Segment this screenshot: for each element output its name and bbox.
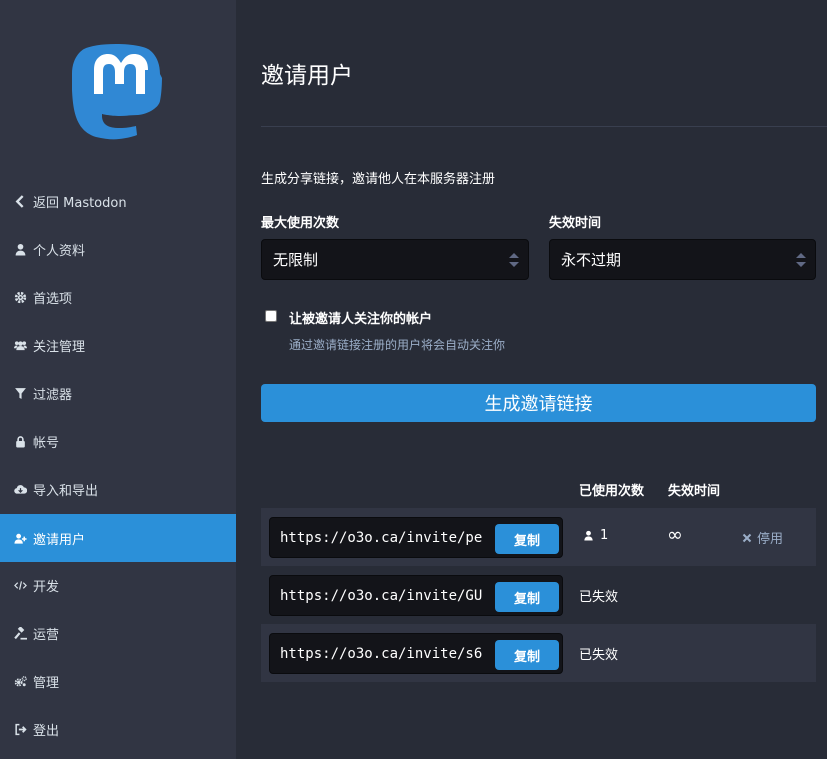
user-icon [584,530,593,541]
expired-status: 已失效 [579,590,619,605]
autofollow-label[interactable]: 让被邀请人关注你的帐户 [289,308,432,327]
invite-url-group: https://o3o.ca/invite/GU 复制 [269,575,563,616]
max-uses-value: 无限制 [273,251,319,269]
sidebar: 返回 Mastodon 个人资料 首选项 关注管理 过滤器 帐号 导入和导出 邀… [0,0,236,759]
sidebar-item-label: 返回 Mastodon [33,195,127,211]
invite-url-group: https://o3o.ca/invite/s6 复制 [269,633,563,674]
max-uses-select[interactable]: 无限制 [261,239,529,280]
user-icon [10,243,30,256]
column-header-expires: 失效时间 [668,484,721,499]
sidebar-item-administration[interactable]: 管理 [0,658,236,704]
sidebar-item-label: 管理 [33,675,60,691]
column-header-uses: 已使用次数 [579,484,645,499]
user-plus-icon [10,532,30,545]
gear-icon [10,291,30,304]
divider [261,126,827,127]
page-hint: 生成分享链接，邀请他人在本服务器注册 [261,172,496,187]
sidebar-item-label: 运营 [33,627,60,643]
sidebar-item-import-export[interactable]: 导入和导出 [0,466,236,512]
expiry-value: ∞ [667,524,683,546]
filter-icon [10,387,30,400]
sidebar-item-label: 开发 [33,579,60,595]
cogs-icon [10,675,30,688]
sidebar-item-back[interactable]: 返回 Mastodon [0,178,236,224]
sidebar-item-label: 过滤器 [33,387,73,403]
autofollow-checkbox[interactable] [265,310,277,322]
sidebar-item-label: 帐号 [33,435,60,451]
uses-value: 1 [600,528,609,543]
expires-label: 失效时间 [549,216,602,231]
sidebar-item-label: 个人资料 [33,243,86,259]
autofollow-hint: 通过邀请链接注册的用户将会自动关注你 [289,338,506,352]
sidebar-item-label: 邀请用户 [33,532,86,548]
sidebar-item-label: 导入和导出 [33,483,99,499]
table-row: https://o3o.ca/invite/pe 复制 1 ∞ 停用 [261,508,816,566]
sidebar-item-moderation[interactable]: 运营 [0,610,236,656]
invite-url-input[interactable]: https://o3o.ca/invite/pe [280,528,485,548]
sidebar-item-filters[interactable]: 过滤器 [0,370,236,416]
cloud-download-icon [10,483,30,496]
disable-invite-button[interactable]: 停用 [742,528,783,547]
expired-status: 已失效 [579,648,619,663]
sidebar-item-development[interactable]: 开发 [0,562,236,608]
max-uses-label: 最大使用次数 [261,216,340,231]
gavel-icon [10,626,30,640]
sidebar-item-invites[interactable]: 邀请用户 [0,514,236,562]
invite-url-input[interactable]: https://o3o.ca/invite/GU [280,586,485,606]
sidebar-item-label: 关注管理 [33,339,86,355]
main-content: 邀请用户 生成分享链接，邀请他人在本服务器注册 最大使用次数 无限制 失效时间 … [236,0,827,759]
invite-url-group: https://o3o.ca/invite/pe 复制 [269,517,563,558]
sidebar-item-profile[interactable]: 个人资料 [0,226,236,272]
copy-button[interactable]: 复制 [495,640,559,670]
select-arrows-icon [509,253,519,267]
mastodon-logo[interactable] [68,40,164,140]
page-title: 邀请用户 [261,63,353,89]
lock-icon [10,435,30,448]
table-row: https://o3o.ca/invite/s6 复制 已失效 [261,624,816,682]
copy-button[interactable]: 复制 [495,582,559,612]
generate-invite-button[interactable]: 生成邀请链接 [261,384,816,422]
uses-count: 1 [583,528,608,543]
invite-url-input[interactable]: https://o3o.ca/invite/s6 [280,644,485,664]
sidebar-item-preferences[interactable]: 首选项 [0,274,236,320]
select-arrows-icon [796,253,806,267]
table-row: https://o3o.ca/invite/GU 复制 已失效 [261,566,816,624]
sidebar-item-relationships[interactable]: 关注管理 [0,322,236,368]
code-icon [10,579,30,592]
sidebar-item-logout[interactable]: 登出 [0,706,236,752]
sign-out-icon [10,723,30,736]
users-icon [10,339,30,352]
chevron-left-icon [10,194,30,208]
expires-select[interactable]: 永不过期 [549,239,816,280]
copy-button[interactable]: 复制 [495,524,559,554]
sidebar-item-label: 登出 [33,723,60,739]
disable-label: 停用 [757,532,784,547]
close-icon [742,533,752,542]
sidebar-item-label: 首选项 [33,291,73,307]
sidebar-item-account[interactable]: 帐号 [0,418,236,464]
expires-value: 永不过期 [561,251,622,269]
